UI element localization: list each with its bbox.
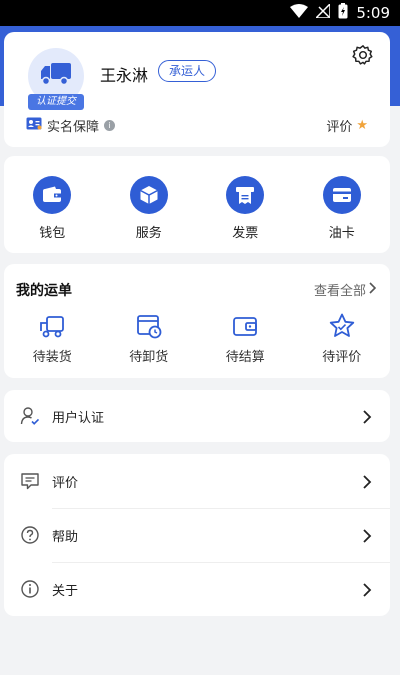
user-auth-card: 用户认证 [4, 390, 390, 442]
wallet-icon [33, 176, 72, 214]
menu-item-user-auth[interactable]: 用户认证 [4, 390, 390, 442]
user-check-icon [20, 406, 40, 426]
rating-label: 评价 [326, 120, 353, 135]
quick-actions-card: 钱包 服务 发票 油卡 [4, 156, 390, 253]
order-pending-settlement[interactable]: 待结算 [197, 312, 294, 365]
menu-label: 用户认证 [52, 410, 105, 426]
menu-label: 关于 [52, 583, 79, 599]
wallet-outline-icon [231, 312, 259, 340]
chevron-right-icon [362, 474, 372, 489]
help-icon [20, 525, 40, 545]
order-status-label: 待装货 [32, 350, 72, 365]
status-time: 5:09 [356, 4, 390, 22]
quick-actions-row: 钱包 服务 发票 油卡 [4, 176, 390, 241]
menu-item-help[interactable]: 帮助 [4, 508, 390, 562]
quick-action-wallet[interactable]: 钱包 [4, 176, 101, 241]
info-icon[interactable]: i [104, 120, 116, 131]
menu-label: 帮助 [52, 529, 79, 545]
truck-load-icon [38, 312, 66, 340]
info-icon [20, 579, 40, 599]
order-pending-loading[interactable]: 待装货 [4, 312, 101, 365]
orders-card: 我的运单 查看全部 待装货 待卸货 待结算 待评价 [4, 264, 390, 378]
id-card-icon [26, 117, 42, 134]
no-signal-icon [314, 2, 332, 22]
chevron-right-icon [362, 528, 372, 543]
cert-tag: 认证提交 [28, 94, 84, 110]
chevron-right-icon [362, 582, 372, 597]
user-name: 王永淋 [100, 66, 149, 85]
clock-box-icon [135, 312, 163, 340]
chevron-right-icon [369, 281, 377, 298]
realname-label: 实名保障 [47, 120, 100, 135]
card-icon [322, 176, 361, 214]
gear-icon[interactable] [352, 44, 374, 66]
truck-icon [39, 61, 73, 91]
quick-action-invoice[interactable]: 发票 [197, 176, 294, 241]
view-all-label: 查看全部 [313, 284, 366, 299]
battery-charging-icon [338, 3, 348, 23]
quick-action-fuel-card[interactable]: 油卡 [294, 176, 391, 241]
menu-label: 评价 [52, 475, 79, 491]
menu-item-review[interactable]: 评价 [4, 454, 390, 508]
menu-item-about[interactable]: 关于 [4, 562, 390, 616]
order-status-label: 待结算 [225, 350, 265, 365]
orders-title: 我的运单 [16, 283, 72, 299]
star-outline-icon [328, 312, 356, 340]
quick-action-service[interactable]: 服务 [101, 176, 198, 241]
box-icon [129, 176, 168, 214]
chevron-right-icon [362, 409, 372, 424]
quick-action-label: 服务 [135, 226, 162, 241]
order-pending-unloading[interactable]: 待卸货 [101, 312, 198, 365]
quick-action-label: 钱包 [39, 226, 66, 241]
comment-icon [20, 471, 40, 491]
order-status-label: 待卸货 [129, 350, 169, 365]
order-pending-review[interactable]: 待评价 [294, 312, 391, 365]
star-icon: ★ [356, 118, 368, 133]
order-status-label: 待评价 [322, 350, 362, 365]
rating[interactable]: 评价 ★ [326, 116, 368, 135]
view-all-link[interactable]: 查看全部 [313, 280, 377, 299]
wifi-icon [290, 4, 309, 22]
role-badge: 承运人 [158, 60, 217, 82]
menu-card: 评价 帮助 关于 [4, 454, 390, 616]
profile-card: 认证提交 王永淋 承运人 实名保障 i 评价 ★ [4, 32, 390, 147]
order-status-row: 待装货 待卸货 待结算 待评价 [4, 312, 390, 365]
quick-action-label: 油卡 [328, 226, 355, 241]
realname-guarantee[interactable]: 实名保障 i [26, 116, 116, 135]
status-bar: 5:09 [0, 0, 400, 26]
quick-action-label: 发票 [232, 226, 259, 241]
invoice-icon [226, 176, 265, 214]
